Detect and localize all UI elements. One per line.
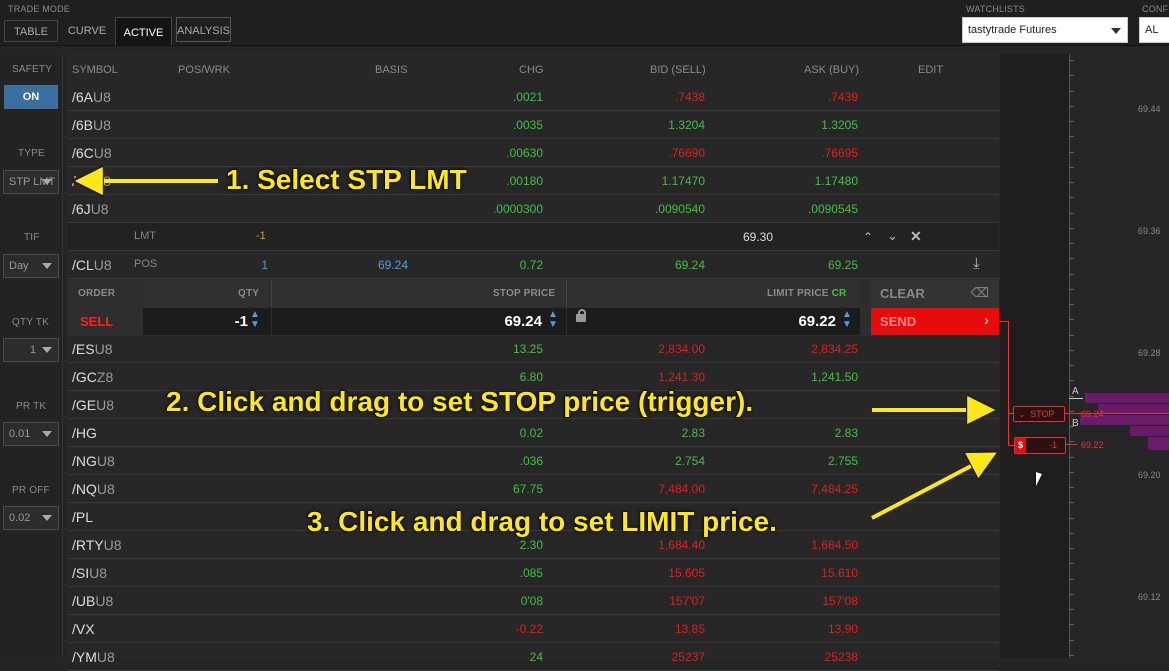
annotation-step1: 1. Select STP LMT	[225, 163, 467, 196]
annotation-step3: 3. Click and drag to set LIMIT price.	[306, 505, 777, 538]
annotation-step2: 2. Click and drag to set STOP price (tri…	[165, 385, 754, 418]
annotation-arrows	[0, 0, 1169, 520]
arrow-step3	[871, 455, 992, 520]
